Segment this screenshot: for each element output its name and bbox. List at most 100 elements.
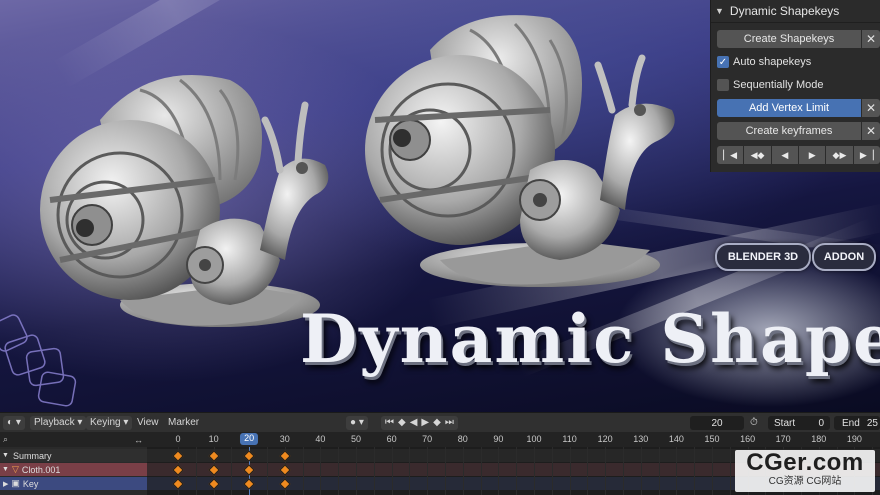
channel-label: Summary xyxy=(12,450,52,461)
clock-icon[interactable]: ◐ ▾ xyxy=(3,415,25,430)
grid-line xyxy=(623,447,624,495)
addon-badge: ADDON xyxy=(812,243,876,271)
end-frame-field[interactable]: End 25 xyxy=(834,416,880,430)
channel-object[interactable]: ▼ ▽ Cloth.001 xyxy=(0,463,147,476)
grid-line xyxy=(658,447,660,495)
record-button[interactable]: ● ▾ xyxy=(346,415,368,430)
channel-label: Cloth.001 xyxy=(21,464,61,475)
frame-ruler[interactable]: 0 10 30 40 50 60 70 80 90 100 110 120 130 140 150 160 17… xyxy=(147,432,880,447)
ruler-tick: 150 xyxy=(704,434,720,444)
stopwatch-icon[interactable]: ⏱ xyxy=(750,416,758,429)
current-frame-field[interactable]: 20 xyxy=(690,416,744,430)
jump-end-icon[interactable]: ⏭ xyxy=(445,417,454,428)
playback-label: Playback xyxy=(34,417,75,428)
grid-line xyxy=(267,447,268,495)
grid-line xyxy=(498,447,500,495)
grid-line xyxy=(320,447,322,495)
play-reverse-icon[interactable]: ◀ xyxy=(410,417,418,428)
ruler-tick: 50 xyxy=(350,434,362,444)
ruler-tick: 120 xyxy=(597,434,613,444)
jump-start-icon[interactable]: ⏮ xyxy=(385,417,394,428)
channel-list: ⌕ ↔ ▼ Summary ▼ ▽ Cloth.001 ▶ ▣ Key xyxy=(0,432,147,495)
chevron-down-icon[interactable]: ▼ xyxy=(715,6,724,16)
ruler-tick: 80 xyxy=(457,434,468,444)
grid-line xyxy=(569,447,571,495)
jump-end-icon[interactable]: ▶▕ xyxy=(853,146,880,164)
playback-menu[interactable]: Playback ▾ xyxy=(30,415,87,430)
channel-label: Key xyxy=(22,478,39,489)
create-keyframes-button[interactable]: Create keyframes xyxy=(717,122,861,140)
play-icon[interactable]: ▶ xyxy=(421,417,429,428)
checkmark-icon[interactable]: ✓ xyxy=(717,56,729,68)
start-frame-field[interactable]: Start 0 xyxy=(768,416,830,430)
jump-start-icon[interactable]: ▏◀ xyxy=(717,146,744,164)
blender-3d-badge: BLENDER 3D xyxy=(715,243,811,271)
chevron-down-icon[interactable]: ▼ xyxy=(2,466,9,473)
dynamic-shapekeys-panel: ▼ Dynamic Shapekeys Create Shapekeys ✕ ✓… xyxy=(710,0,880,172)
end-label: End xyxy=(842,417,860,429)
prev-keyframe-icon[interactable]: ◀◆ xyxy=(744,146,771,164)
keying-menu[interactable]: Keying ▾ xyxy=(86,415,133,430)
grid-line xyxy=(712,447,713,495)
grid-line xyxy=(302,447,304,495)
watermark-main: CGer.com xyxy=(746,449,864,476)
close-icon[interactable]: ✕ xyxy=(862,99,880,117)
create-shapekeys-button[interactable]: Create Shapekeys xyxy=(717,30,861,48)
chevron-right-icon[interactable]: ▶ xyxy=(3,480,8,488)
snail-model-left xyxy=(40,75,329,327)
panel-header[interactable]: ▼ Dynamic Shapekeys xyxy=(711,0,880,23)
prev-keyframe-icon[interactable]: ◆ xyxy=(398,417,406,428)
grid-line xyxy=(640,447,642,495)
checkbox-icon[interactable] xyxy=(717,79,729,91)
badge-label: ADDON xyxy=(823,251,865,263)
sequentially-mode-label: Sequentially Mode xyxy=(733,79,824,91)
editor-type-selector[interactable]: ◐ ▾ xyxy=(3,415,25,430)
next-keyframe-icon[interactable]: ◆▶ xyxy=(826,146,853,164)
marker-menu[interactable]: Marker xyxy=(168,416,199,429)
mesh-icon: ▽ xyxy=(11,464,19,474)
add-vertex-limit-button[interactable]: Add Vertex Limit xyxy=(717,99,861,117)
ruler-tick: 110 xyxy=(562,434,577,444)
next-keyframe-icon[interactable]: ◆ xyxy=(433,417,441,428)
watermark-logo: CGer.com CG资源 CG网站 xyxy=(735,450,875,492)
keying-label: Keying xyxy=(90,417,121,428)
ruler-tick: 140 xyxy=(668,434,684,444)
grid-line xyxy=(338,447,340,495)
ruler-tick: 100 xyxy=(526,434,542,444)
start-value: 0 xyxy=(818,417,824,429)
ruler-tick: 10 xyxy=(208,434,219,444)
auto-shapekeys-checkbox[interactable]: ✓ Auto shapekeys xyxy=(717,54,811,70)
grid-line xyxy=(427,447,429,495)
chevron-down-icon[interactable]: ▼ xyxy=(2,452,9,459)
channel-summary[interactable]: ▼ Summary xyxy=(0,449,147,462)
view-menu[interactable]: View xyxy=(137,416,159,429)
grid-line xyxy=(676,447,678,495)
swap-icon[interactable]: ↔ xyxy=(134,435,143,445)
marker-label: Marker xyxy=(168,417,200,428)
play-reverse-icon[interactable]: ◀ xyxy=(771,146,798,164)
close-icon[interactable]: ✕ xyxy=(862,122,880,140)
grid-line xyxy=(231,447,233,495)
grid-line xyxy=(551,447,553,495)
grid-line xyxy=(516,447,518,495)
ruler-tick: 30 xyxy=(279,434,290,444)
create-keyframes-row: Create keyframes ✕ xyxy=(717,122,880,140)
play-icon[interactable]: ▶ xyxy=(798,146,826,164)
playhead-frame-tag[interactable]: 20 xyxy=(240,433,259,445)
grid-line xyxy=(587,447,589,495)
ruler-tick: 180 xyxy=(811,434,827,444)
auto-shapekeys-label: Auto shapekeys xyxy=(733,56,812,68)
keyframe-navigation: ▏◀ ◀◆ ◀ ▶ ◆▶ ▶▕ xyxy=(717,146,880,164)
close-icon[interactable]: ✕ xyxy=(862,30,880,48)
create-shapekeys-row: Create Shapekeys ✕ xyxy=(717,30,880,48)
grid-line xyxy=(694,447,696,495)
sequentially-mode-checkbox[interactable]: Sequentially Mode xyxy=(717,77,824,93)
ruler-tick: 40 xyxy=(315,434,326,444)
grid-line xyxy=(356,447,357,495)
channel-search[interactable]: ⌕ ↔ xyxy=(0,432,147,447)
grid-line xyxy=(605,447,607,495)
search-icon: ⌕ xyxy=(3,434,9,444)
channel-shapekey[interactable]: ▶ ▣ Key xyxy=(0,477,147,490)
grid-line xyxy=(195,447,197,495)
playback-controls: ⏮ ◆ ◀ ▶ ◆ ⏭ xyxy=(381,415,458,430)
